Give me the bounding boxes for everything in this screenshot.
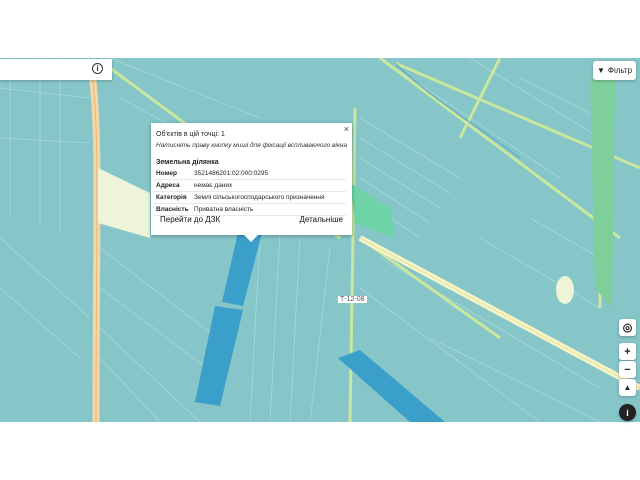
locate-button[interactable]: ◎ xyxy=(619,319,636,336)
zoom-out-button[interactable]: − xyxy=(619,361,636,378)
search-input[interactable] xyxy=(4,59,88,80)
parcel-details: Номер 3521486201:02:000:0295 Адреса немає … xyxy=(154,168,346,216)
row-key: Номер xyxy=(154,168,192,180)
row-value: Землі сільськогосподарського призначення xyxy=(192,191,346,204)
row-value: Приватна власність xyxy=(192,203,346,216)
details-button[interactable]: Детальніше xyxy=(299,215,343,224)
row-key: Категорія xyxy=(154,191,192,204)
table-row: Адреса немає даних xyxy=(154,179,346,192)
row-value: немає даних xyxy=(192,179,346,192)
table-row: Власність Приватна власність xyxy=(154,203,346,216)
filter-icon: ▼ xyxy=(596,66,605,75)
minus-icon: − xyxy=(624,363,631,376)
section-title: Земельна ділянка xyxy=(156,159,219,166)
compass-button[interactable]: ▲ xyxy=(619,379,636,396)
map-canvas[interactable]: Т-12-08 xyxy=(0,58,640,422)
popup-hint: Натисніть праву кнопку миші для фіксації… xyxy=(156,142,348,149)
parcel-popup: × Об'єктів в цій точці: 1 Натисніть прав… xyxy=(151,123,352,242)
table-row: Номер 3521486201:02:000:0295 xyxy=(154,168,346,180)
go-to-dzk-button[interactable]: Перейти до ДЗК xyxy=(160,215,220,224)
info-icon: i xyxy=(626,407,629,418)
zoom-in-button[interactable]: + xyxy=(619,343,636,360)
locate-icon: ◎ xyxy=(622,322,633,334)
row-value: 3521486201:02:000:0295 xyxy=(192,168,346,180)
compass-icon: ▲ xyxy=(623,383,632,392)
filter-label: Фільтр xyxy=(607,66,633,75)
search-bar: i xyxy=(0,59,112,80)
row-key: Адреса xyxy=(154,179,192,192)
filter-button[interactable]: ▼ Фільтр xyxy=(593,61,636,80)
map-layer xyxy=(0,58,640,422)
plus-icon: + xyxy=(624,345,631,358)
row-key: Власність xyxy=(154,203,192,216)
table-row: Категорія Землі сільськогосподарського пр… xyxy=(154,191,346,204)
map-info-button[interactable]: i xyxy=(619,404,636,421)
info-icon[interactable]: i xyxy=(92,63,103,74)
road-label: Т-12-08 xyxy=(338,296,367,303)
close-icon[interactable]: × xyxy=(344,124,349,134)
objects-count: Об'єктів в цій точці: 1 xyxy=(156,131,225,138)
